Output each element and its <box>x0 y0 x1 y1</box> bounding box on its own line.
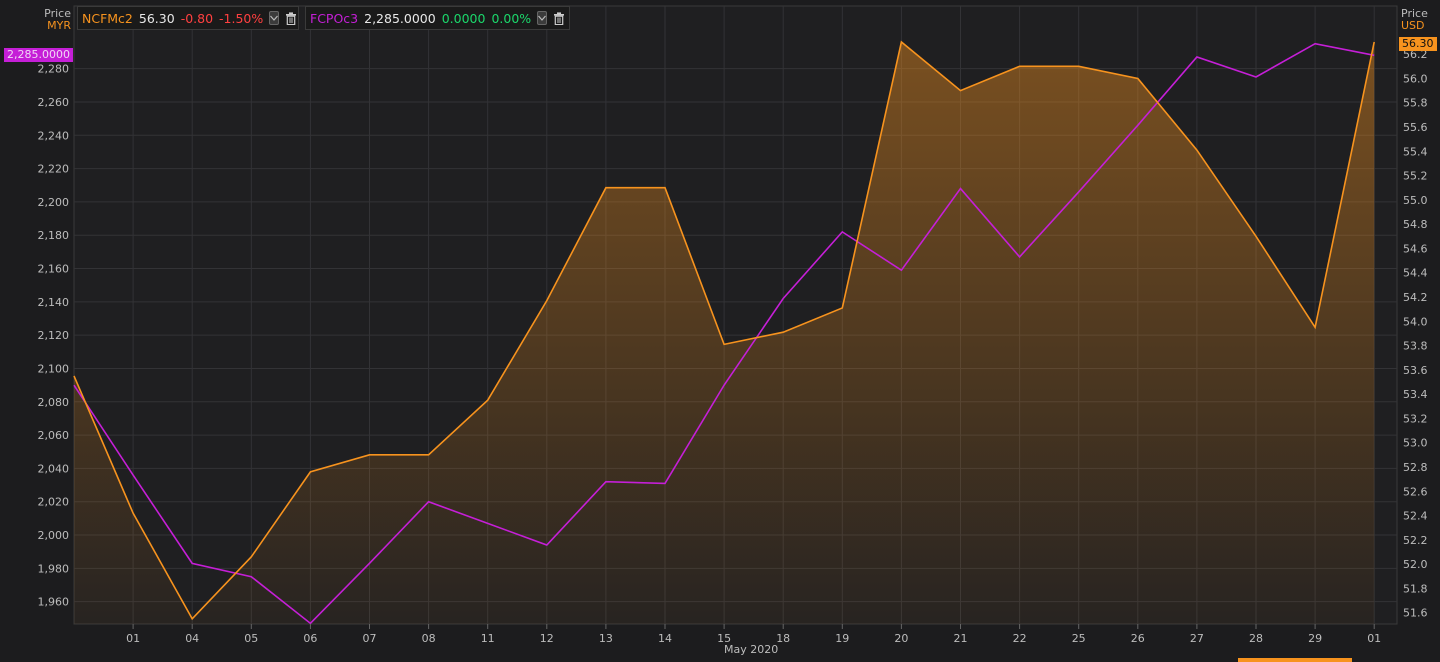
left-axis-tick-label: 2,140 <box>38 296 70 309</box>
right-axis-tick-label: 53.8 <box>1403 340 1428 353</box>
legend-ncfmc2[interactable]: NCFMc2 56.30 -0.80 -1.50% <box>77 6 299 30</box>
x-axis-tick-label: 27 <box>1190 632 1204 645</box>
legend-fcpoc3-pct: 0.00% <box>491 10 532 26</box>
x-axis-period-label: May 2020 <box>724 643 779 656</box>
right-axis-tick-label: 53.4 <box>1403 388 1428 401</box>
x-axis-tick-label: 06 <box>303 632 317 645</box>
x-axis-tick-label: 25 <box>1072 632 1086 645</box>
right-axis-tick-label: 53.6 <box>1403 364 1428 377</box>
x-axis-tick-label: 11 <box>481 632 495 645</box>
left-axis-tick-label: 2,220 <box>38 163 70 176</box>
trash-icon[interactable] <box>553 11 565 25</box>
right-axis-tick-label: 54.0 <box>1403 315 1428 328</box>
right-axis-tick-label: 55.8 <box>1403 97 1428 110</box>
x-axis-tick-label: 29 <box>1308 632 1322 645</box>
right-axis-tick-label: 52.6 <box>1403 485 1428 498</box>
x-axis-tick-label: 21 <box>954 632 968 645</box>
x-axis-tick-label: 01 <box>1367 632 1381 645</box>
x-axis-tick-label: 07 <box>363 632 377 645</box>
x-axis-tick-label: 01 <box>126 632 140 645</box>
left-axis-tick-label: 2,260 <box>38 96 70 109</box>
x-axis-tick-label: 28 <box>1249 632 1263 645</box>
legend-fcpoc3-ric[interactable]: FCPOc3 <box>310 11 358 26</box>
legend-ncfmc2-last: 56.30 <box>138 10 175 26</box>
right-axis-currency: USD <box>1401 19 1425 32</box>
left-axis-tick-label: 2,000 <box>38 529 70 542</box>
right-axis-tick-label: 52.2 <box>1403 534 1428 547</box>
x-axis-ticks: 01 04 05 06 07 08 11 12 13 14 15 18 19 20 21 22 25 26 27 28… <box>126 624 1381 645</box>
right-axis-tick-label: 54.6 <box>1403 242 1428 255</box>
right-axis-tick-label: 53.0 <box>1403 437 1428 450</box>
right-axis-tick-label: 51.6 <box>1403 607 1428 620</box>
chevron-down-icon[interactable] <box>537 11 548 25</box>
left-axis-tick-label: 1,960 <box>38 596 70 609</box>
price-chart[interactable]: 1,960 1,980 2,000 2,020 2,040 2,060 2,080 2,100… <box>0 0 1440 662</box>
x-axis-tick-label: 19 <box>835 632 849 645</box>
left-axis-ticks: 1,960 1,980 2,000 2,020 2,040 2,060 2,080 2,100… <box>38 63 70 609</box>
legend-fcpoc3-last: 2,285.0000 <box>364 10 436 26</box>
x-axis-tick-label: 04 <box>185 632 199 645</box>
legend-ncfmc2-change: -0.80 <box>180 10 214 26</box>
x-axis-tick-label: 08 <box>422 632 436 645</box>
right-axis-tick-label: 52.0 <box>1403 558 1428 571</box>
trash-icon[interactable] <box>285 11 297 25</box>
legend-fcpoc3-change: 0.0000 <box>441 10 486 26</box>
left-axis-tick-label: 1,980 <box>38 562 70 575</box>
right-axis-tick-label: 54.4 <box>1403 267 1428 280</box>
right-axis-tick-label: 55.2 <box>1403 170 1428 183</box>
x-axis-tick-label: 14 <box>658 632 672 645</box>
right-axis-tick-label: 52.8 <box>1403 461 1428 474</box>
legend-fcpoc3[interactable]: FCPOc3 2,285.0000 0.0000 0.00% <box>305 6 570 30</box>
left-axis-tick-label: 2,240 <box>38 129 70 142</box>
right-axis-tick-label: 54.8 <box>1403 218 1428 231</box>
left-axis-tick-label: 2,020 <box>38 496 70 509</box>
scroll-handle[interactable] <box>1238 658 1352 662</box>
right-axis-tick-label: 56.0 <box>1403 72 1428 85</box>
left-axis-tick-label: 2,180 <box>38 229 70 242</box>
x-axis-tick-label: 13 <box>599 632 613 645</box>
left-axis-tick-label: 2,200 <box>38 196 70 209</box>
x-axis-tick-label: 05 <box>244 632 258 645</box>
ncfm-last-price-tag: 56.30 <box>1399 37 1437 51</box>
right-axis-tick-label: 52.4 <box>1403 510 1428 523</box>
right-axis-tick-label: 55.0 <box>1403 194 1428 207</box>
x-axis-tick-label: 18 <box>776 632 790 645</box>
fcpo-last-price-tag: 2,285.0000 <box>4 48 73 62</box>
left-axis-tick-label: 2,040 <box>38 462 70 475</box>
x-axis-tick-label: 22 <box>1013 632 1027 645</box>
right-axis-tick-label: 53.2 <box>1403 412 1428 425</box>
right-axis-tick-label: 51.8 <box>1403 582 1428 595</box>
right-axis-tick-label: 55.6 <box>1403 121 1428 134</box>
left-axis-tick-label: 2,080 <box>38 396 70 409</box>
chevron-down-icon[interactable] <box>269 11 280 25</box>
right-axis-ticks: 51.6 51.8 52.0 52.2 52.4 52.6 52.8 53.0 53.2 53.4… <box>1403 48 1428 620</box>
legend-ncfmc2-ric[interactable]: NCFMc2 <box>82 11 133 26</box>
right-axis-tick-label: 54.2 <box>1403 291 1428 304</box>
right-axis-title: Price USD <box>1401 7 1428 32</box>
left-axis-tick-label: 2,100 <box>38 362 70 375</box>
left-axis-tick-label: 2,060 <box>38 429 70 442</box>
x-axis-tick-label: 20 <box>894 632 908 645</box>
left-axis-tick-label: 2,160 <box>38 263 70 276</box>
legend-ncfmc2-pct: -1.50% <box>219 10 264 26</box>
left-axis-title: Price MYR <box>0 8 71 32</box>
left-axis-tick-label: 2,280 <box>38 63 70 76</box>
left-axis-currency: MYR <box>47 19 71 32</box>
left-axis-tick-label: 2,120 <box>38 329 70 342</box>
x-axis-tick-label: 12 <box>540 632 554 645</box>
x-axis-tick-label: 26 <box>1131 632 1145 645</box>
right-axis-tick-label: 55.4 <box>1403 145 1428 158</box>
